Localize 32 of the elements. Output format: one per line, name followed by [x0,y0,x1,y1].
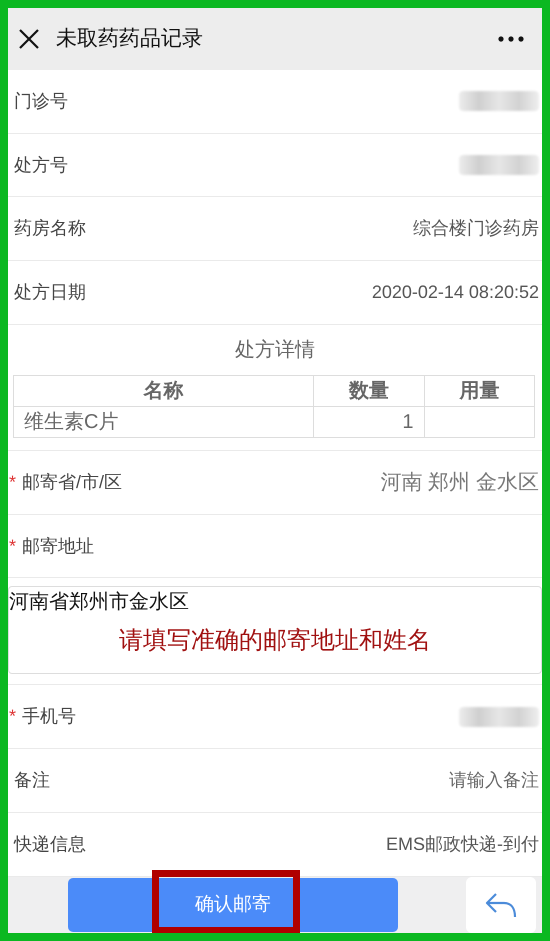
region-picker[interactable]: 河南 郑州 金水区 [380,466,539,498]
reply-arrow-icon [484,891,518,920]
remark-field[interactable]: 请输入备注 [339,767,539,794]
field-label: 药房名称 [14,217,86,240]
field-label: 门诊号 [14,90,68,113]
field-label: 快递信息 [14,833,86,856]
required-mark: * [9,705,16,728]
field-value: 综合楼门诊药房 [413,217,539,240]
back-button[interactable] [466,877,536,933]
confirm-button[interactable]: 确认邮寄 [68,878,398,932]
column-header: 数量 [314,375,424,406]
close-icon[interactable] [18,28,40,50]
field-value: EMS邮政快递-到付 [386,833,539,856]
field-label: 备注 [14,769,50,792]
address-value: 河南省郑州市金水区 [9,590,189,616]
field-label: 处方日期 [14,281,86,304]
column-header: 名称 [14,375,314,406]
section-title: 处方详情 [234,338,316,363]
table-cell: 1 [402,410,414,433]
required-mark: * [9,534,16,558]
field-label: 邮寄地址 [22,534,94,558]
field-value: 2020-02-14 08:20:52 [372,281,539,304]
table-cell: 维生素C片 [24,410,118,433]
field-label: 手机号 [22,705,76,728]
window-title: 未取药药品记录 [56,26,204,52]
field-label: 邮寄省/市/区 [22,470,122,494]
field-label: 处方号 [14,154,68,177]
more-icon[interactable] [498,36,524,42]
annotation-text: 请填写准确的邮寄地址和姓名 [119,626,431,656]
address-field[interactable]: 河南省郑州市金水区 请填写准确的邮寄地址和姓名 [8,586,542,674]
required-mark: * [9,470,16,494]
column-header: 用量 [424,375,534,406]
